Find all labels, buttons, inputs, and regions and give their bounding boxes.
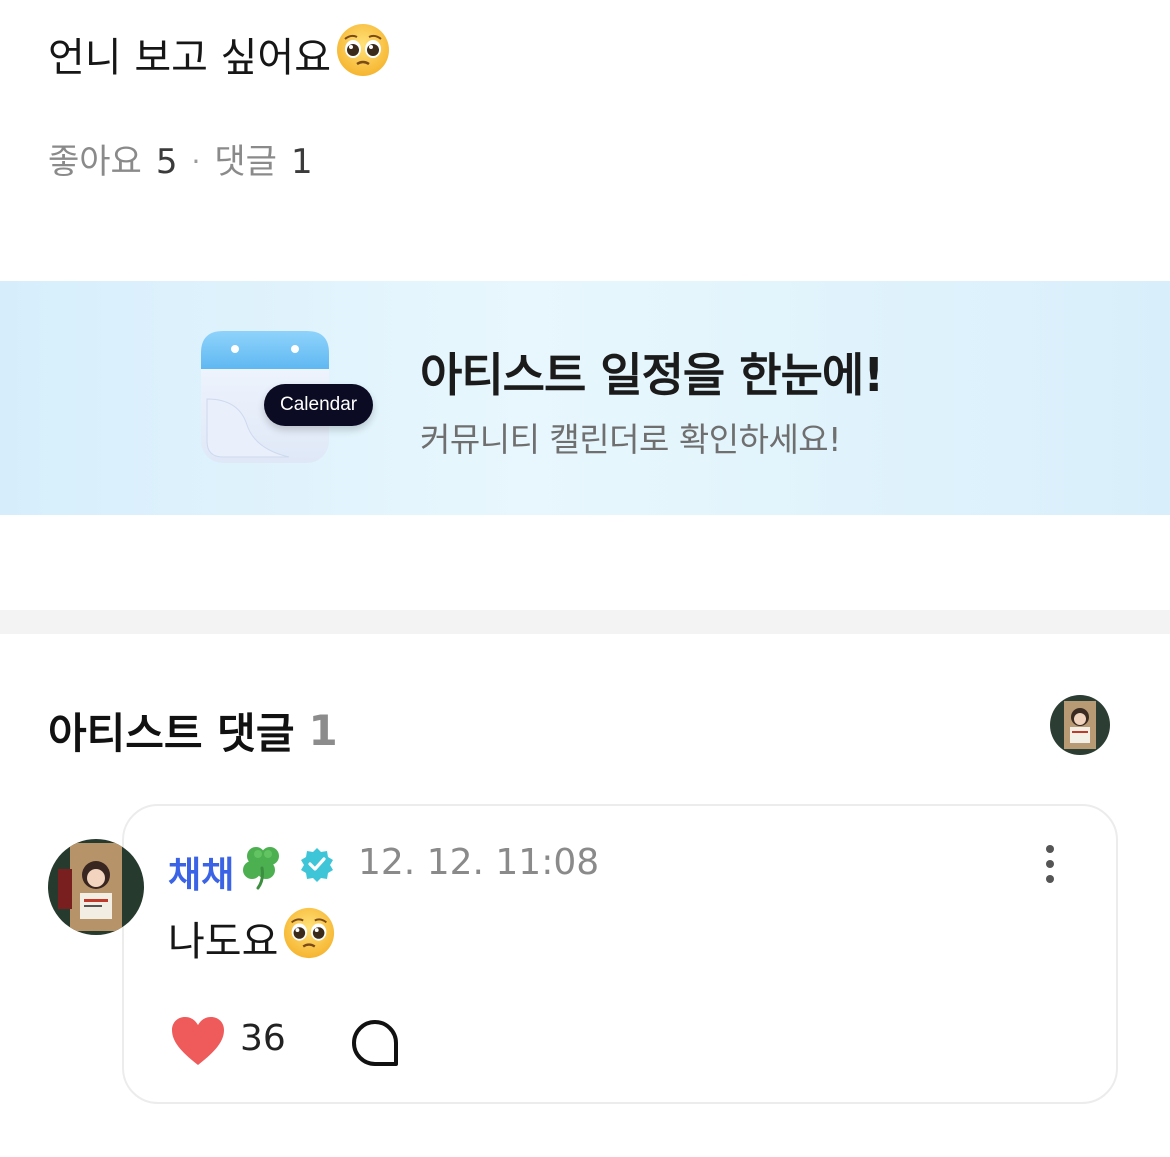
banner-title: 아티스트 일정을 한눈에! [420,348,884,402]
pleading-face-emoji-icon [282,906,336,970]
stats-separator: · [191,145,201,178]
artist-avatar[interactable] [1050,695,1110,755]
calendar-badge: Calendar [264,384,374,426]
comment-timestamp: 12. 12. 11:08 [358,842,600,883]
heart-icon[interactable] [170,1015,226,1071]
likes-label[interactable]: 좋아요 [48,140,142,184]
calendar-promo-banner[interactable]: Calendar 아티스트 일정을 한눈에! 커뮤니티 캘린더로 확인하세요! [0,281,1170,515]
comment-text: 나도요 [168,906,336,970]
banner-subtitle: 커뮤니티 캘린더로 확인하세요! [420,420,841,459]
more-options-icon[interactable] [1036,844,1064,888]
comments-label[interactable]: 댓글 [214,140,277,184]
verified-badge-icon [299,846,335,886]
four-leaf-clover-emoji-icon [238,842,288,901]
section-divider [0,610,1170,634]
artist-comments-header: 아티스트 댓글 1 [48,700,338,761]
comment-like-count: 36 [240,1018,286,1059]
artist-comments-title: 아티스트 댓글 [48,709,295,758]
post-stats: 좋아요 5 · 댓글 1 [48,140,313,184]
artist-comments-count: 1 [308,706,338,755]
pleading-face-emoji-icon [335,22,391,93]
reply-bubble-icon[interactable] [350,1018,400,1072]
post-text: 언니 보고 싶어요 [48,22,391,93]
comment-author-avatar[interactable] [48,839,144,935]
comments-count[interactable]: 1 [291,140,313,184]
comment-author-name[interactable]: 채채 [168,846,234,898]
post-text-content: 언니 보고 싶어요 [48,34,332,81]
comment-author[interactable]: 채채 [168,842,288,901]
likes-count[interactable]: 5 [156,140,178,184]
comment-text-content: 나도요 [168,919,279,965]
